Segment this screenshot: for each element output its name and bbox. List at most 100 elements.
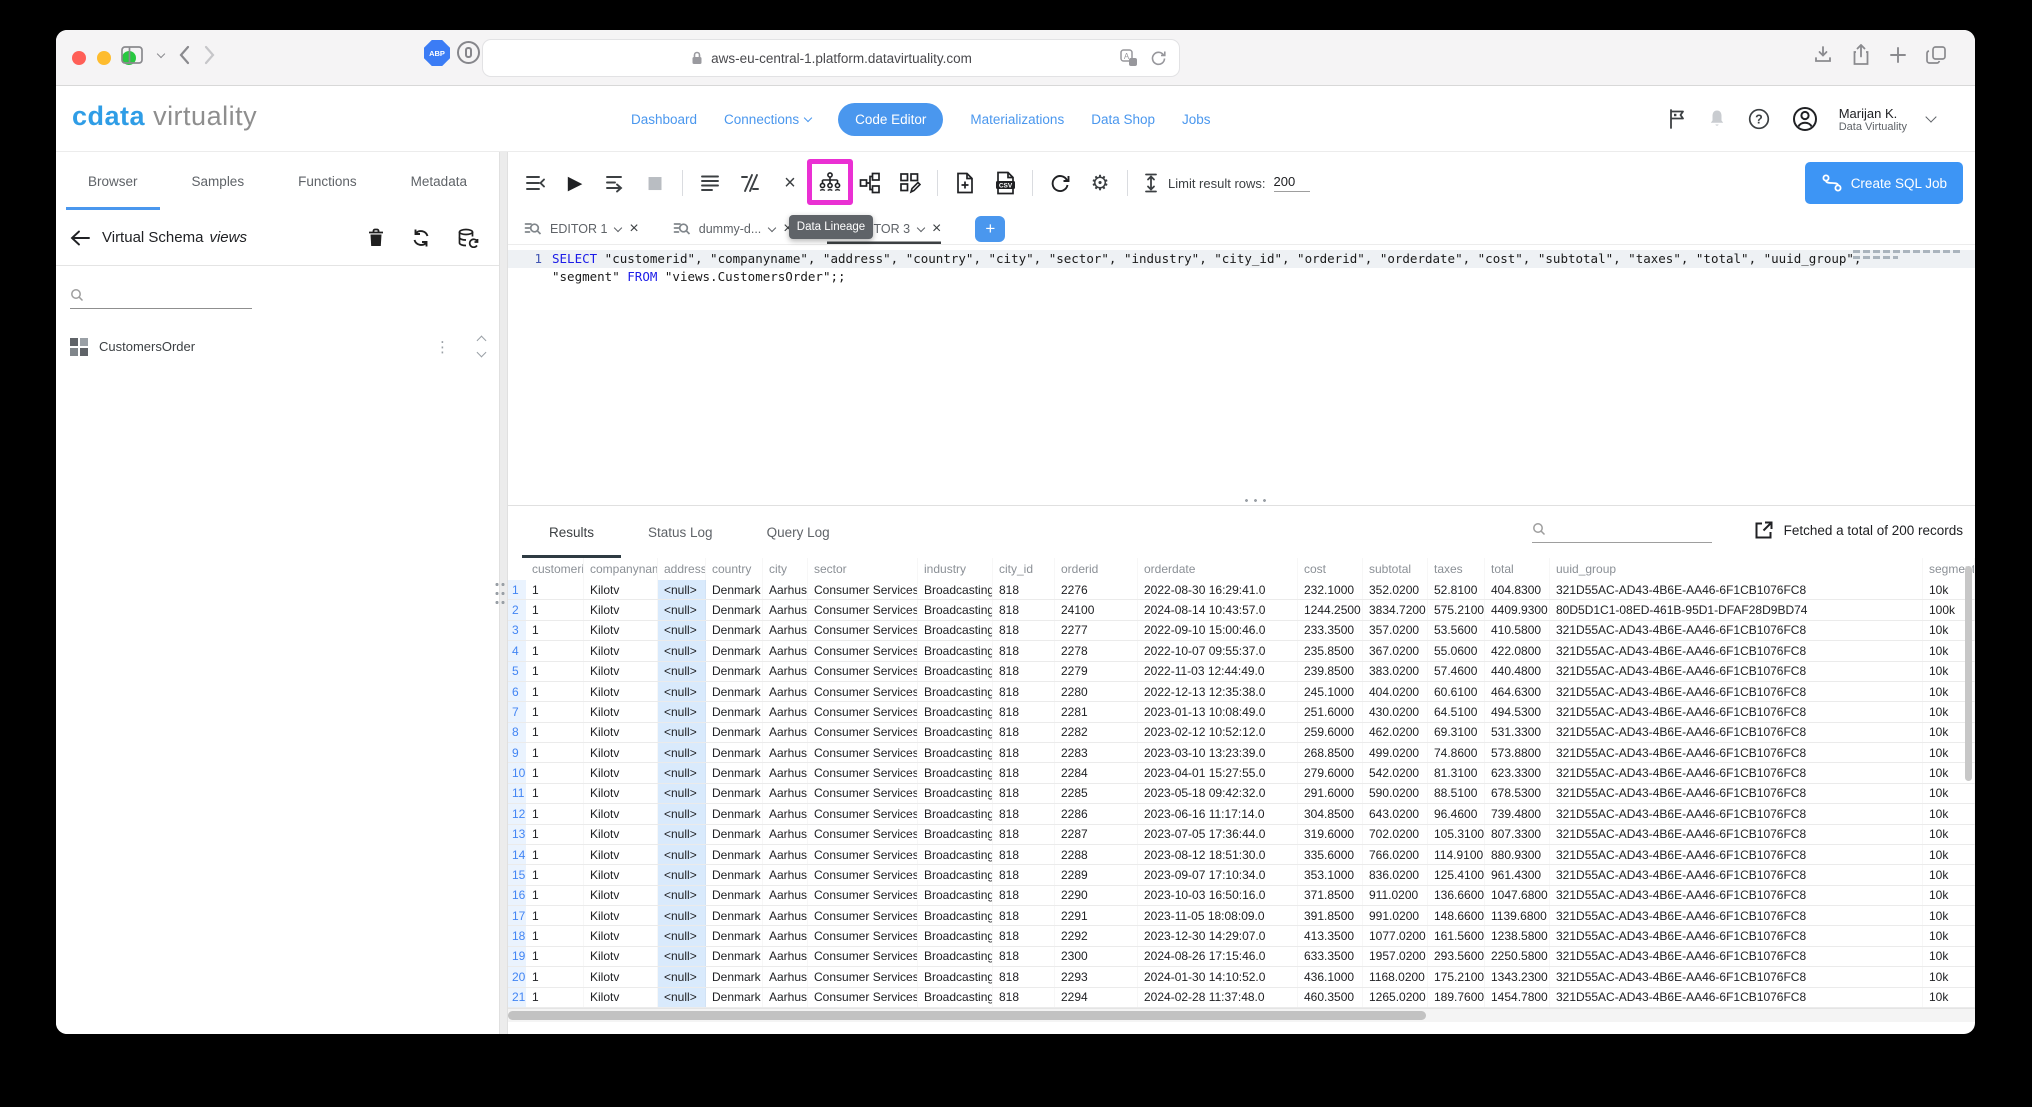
run-selection-button[interactable] <box>602 170 628 196</box>
panel-resize-handle-icon[interactable] <box>1242 498 1268 503</box>
vertical-scrollbar-thumb[interactable] <box>1965 566 1972 781</box>
results-search-input[interactable] <box>1532 522 1712 543</box>
delete-schema-icon[interactable] <box>367 228 385 248</box>
table-row[interactable]: 61Kilotv<null>DenmarkAarhusConsumer Serv… <box>508 682 1975 702</box>
nav-dashboard[interactable]: Dashboard <box>631 112 697 127</box>
tab-overview-chevron-icon[interactable] <box>157 49 165 57</box>
table-row[interactable]: 141Kilotv<null>DenmarkAarhusConsumer Ser… <box>508 845 1975 865</box>
nav-connections[interactable]: Connections <box>724 112 811 127</box>
format-sql-button[interactable] <box>697 170 723 196</box>
table-row[interactable]: 71Kilotv<null>DenmarkAarhusConsumer Serv… <box>508 702 1975 722</box>
table-row[interactable]: 41Kilotv<null>DenmarkAarhusConsumer Serv… <box>508 641 1975 661</box>
table-row[interactable]: 91Kilotv<null>DenmarkAarhusConsumer Serv… <box>508 743 1975 763</box>
table-row[interactable]: 101Kilotv<null>DenmarkAarhusConsumer Ser… <box>508 763 1975 783</box>
notifications-bell-icon[interactable] <box>1707 108 1727 130</box>
run-query-button[interactable]: ▶ <box>562 170 588 196</box>
horizontal-scrollbar-thumb[interactable] <box>508 1011 1426 1020</box>
table-row[interactable]: 201Kilotv<null>DenmarkAarhusConsumer Ser… <box>508 967 1975 987</box>
sql-line-1-wrap: "segment" FROM "views.CustomersOrder";; <box>508 268 1975 286</box>
new-editor-tab-button[interactable]: + <box>975 216 1005 242</box>
nav-data-shop[interactable]: Data Shop <box>1091 112 1155 127</box>
nav-code-editor[interactable]: Code Editor <box>838 103 943 136</box>
edit-view-button[interactable] <box>897 170 923 196</box>
sidebar-search-input[interactable] <box>70 288 252 309</box>
limit-rows-input[interactable] <box>1274 174 1310 192</box>
forward-icon[interactable] <box>204 45 216 65</box>
table-row[interactable]: 121Kilotv<null>DenmarkAarhusConsumer Ser… <box>508 804 1975 824</box>
sql-editor[interactable]: 1 SELECT "customerid", "companyname", "a… <box>508 245 1975 505</box>
editor-tab-2[interactable]: dummy-d... × <box>673 214 793 244</box>
dependency-tree-button[interactable] <box>857 170 883 196</box>
tab-overview-icon[interactable] <box>1925 45 1947 65</box>
close-tab-icon[interactable]: × <box>932 221 941 237</box>
cell-industry: Broadcasting <box>918 988 993 1007</box>
nav-jobs[interactable]: Jobs <box>1182 112 1211 127</box>
new-tab-icon[interactable] <box>1889 46 1907 64</box>
data-lineage-button[interactable] <box>817 170 843 196</box>
address-bar[interactable]: aws-eu-central-1.platform.datavirtuality… <box>482 39 1180 77</box>
cell-industry: Broadcasting <box>918 662 993 681</box>
flag-icon[interactable] <box>1667 108 1687 130</box>
tab-menu-chevron-icon[interactable] <box>614 223 622 231</box>
horizontal-scrollbar[interactable] <box>508 1008 1975 1022</box>
results-tab-status-log[interactable]: Status Log <box>621 506 740 558</box>
table-row[interactable]: 21Kilotv<null>DenmarkAarhusConsumer Serv… <box>508 600 1975 620</box>
password-manager-extension-icon[interactable] <box>457 41 480 64</box>
reload-metadata-icon[interactable] <box>457 228 479 248</box>
item-more-menu-icon[interactable]: ⋮ <box>435 338 450 356</box>
results-tab-results[interactable]: Results <box>522 506 621 558</box>
adblock-extension-icon[interactable]: ABP <box>424 40 450 66</box>
downloads-icon[interactable] <box>1813 45 1833 65</box>
refresh-schema-icon[interactable] <box>411 228 431 248</box>
new-file-button[interactable] <box>952 170 978 196</box>
sidebar-tab-browser[interactable]: Browser <box>66 152 160 210</box>
close-tab-icon[interactable]: × <box>629 221 638 237</box>
column-header-total: total <box>1485 558 1550 580</box>
table-row[interactable]: 171Kilotv<null>DenmarkAarhusConsumer Ser… <box>508 906 1975 926</box>
results-tab-query-log[interactable]: Query Log <box>740 506 857 558</box>
tab-menu-chevron-icon[interactable] <box>768 223 776 231</box>
stop-query-button[interactable]: ■ <box>642 170 668 196</box>
sidebar-toggle-icon[interactable] <box>120 44 144 66</box>
sidebar-tab-samples[interactable]: Samples <box>170 152 267 210</box>
table-row[interactable]: 31Kilotv<null>DenmarkAarhusConsumer Serv… <box>508 621 1975 641</box>
tab-menu-chevron-icon[interactable] <box>917 223 925 231</box>
settings-button[interactable]: ⚙ <box>1087 170 1113 196</box>
editor-tab-1[interactable]: EDITOR 1 × <box>524 214 639 244</box>
share-icon[interactable] <box>1851 44 1871 66</box>
nav-materializations[interactable]: Materializations <box>970 112 1064 127</box>
table-row[interactable]: 191Kilotv<null>DenmarkAarhusConsumer Ser… <box>508 947 1975 967</box>
table-row[interactable]: 51Kilotv<null>DenmarkAarhusConsumer Serv… <box>508 662 1975 682</box>
toggle-comment-button[interactable] <box>737 170 763 196</box>
table-row[interactable]: 151Kilotv<null>DenmarkAarhusConsumer Ser… <box>508 865 1975 885</box>
open-in-new-icon[interactable] <box>1754 520 1774 540</box>
sidebar-tab-functions[interactable]: Functions <box>276 152 379 210</box>
cell-orderdate: 2023-10-03 16:50:16.0 <box>1138 886 1298 905</box>
clear-editor-button[interactable]: × <box>777 170 803 196</box>
reload-icon[interactable] <box>1150 50 1167 67</box>
refresh-results-button[interactable] <box>1047 170 1073 196</box>
export-csv-button[interactable]: CSV <box>992 170 1018 196</box>
sidebar-tab-metadata[interactable]: Metadata <box>389 152 489 210</box>
collapse-editor-icon[interactable] <box>522 170 548 196</box>
table-row[interactable]: 181Kilotv<null>DenmarkAarhusConsumer Ser… <box>508 926 1975 946</box>
splitter-drag-handle-icon[interactable] <box>494 580 506 610</box>
minimize-window-button[interactable] <box>97 51 111 65</box>
item-sort-toggle[interactable] <box>478 337 485 356</box>
back-icon[interactable] <box>178 45 190 65</box>
translate-icon[interactable]: A <box>1120 49 1138 67</box>
app-logo[interactable]: cdata virtuality <box>72 101 257 132</box>
create-sql-job-button[interactable]: Create SQL Job <box>1805 162 1963 204</box>
back-arrow-icon[interactable] <box>70 230 90 246</box>
schema-item-customersorder[interactable]: CustomersOrder ⋮ <box>56 337 499 356</box>
table-row[interactable]: 131Kilotv<null>DenmarkAarhusConsumer Ser… <box>508 825 1975 845</box>
avatar[interactable] <box>1791 105 1819 133</box>
table-row[interactable]: 111Kilotv<null>DenmarkAarhusConsumer Ser… <box>508 784 1975 804</box>
user-menu-chevron-icon[interactable] <box>1925 111 1936 122</box>
close-window-button[interactable] <box>72 51 86 65</box>
table-row[interactable]: 211Kilotv<null>DenmarkAarhusConsumer Ser… <box>508 988 1975 1008</box>
table-row[interactable]: 81Kilotv<null>DenmarkAarhusConsumer Serv… <box>508 723 1975 743</box>
table-row[interactable]: 11Kilotv<null>DenmarkAarhusConsumer Serv… <box>508 580 1975 600</box>
help-icon[interactable]: ? <box>1747 107 1771 131</box>
table-row[interactable]: 161Kilotv<null>DenmarkAarhusConsumer Ser… <box>508 886 1975 906</box>
